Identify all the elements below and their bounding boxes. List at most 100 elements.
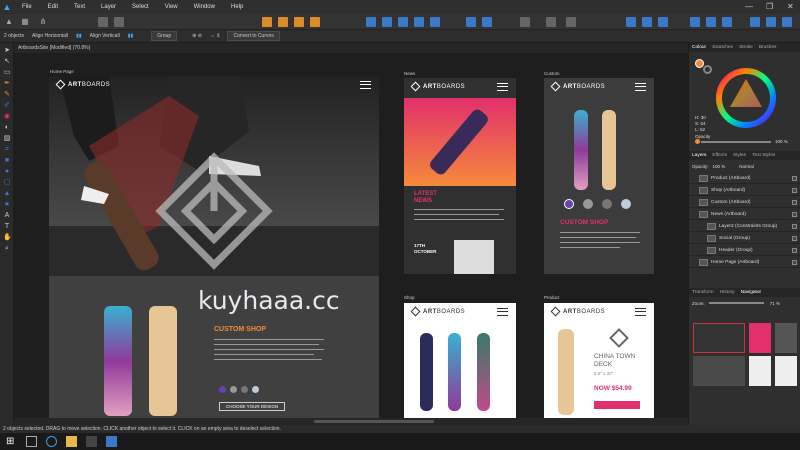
menu-help[interactable]: Help [223, 4, 251, 10]
snap-icon[interactable] [262, 17, 272, 27]
zoom-slider[interactable] [708, 302, 764, 304]
add-to-cart-button[interactable] [594, 401, 640, 409]
align-horizontal-dropdown[interactable]: Align Horizontall [28, 33, 72, 39]
pixel-persona-icon[interactable]: ▦ [20, 17, 30, 27]
zoom-value[interactable]: 71 % [764, 301, 780, 306]
minimize-icon[interactable]: — [745, 2, 753, 11]
node-tool-icon[interactable]: ↖ [3, 58, 11, 66]
swatch-dark[interactable] [241, 386, 248, 393]
opacity-value[interactable]: 100 % [775, 139, 788, 144]
snapping-icon[interactable] [690, 17, 700, 27]
product-logo[interactable]: ARTBOARDS [550, 307, 605, 317]
custom-swatch-light[interactable] [621, 199, 631, 209]
tab-stroke[interactable]: Stroke [736, 45, 756, 50]
artboard-news[interactable]: ARTBOARDS LATEST NEWS 17TH OCTOBER [404, 78, 516, 274]
tab-transform[interactable]: Transform [689, 290, 717, 295]
align-right-icon[interactable] [398, 17, 408, 27]
move-tool-icon[interactable]: ➤ [3, 47, 11, 55]
arrange-icon[interactable] [278, 17, 288, 27]
blend-mode-dropdown[interactable]: Normal [725, 164, 754, 169]
navigator-preview-home[interactable] [693, 323, 745, 353]
tab-layers[interactable]: Layers [689, 153, 709, 158]
visibility-checkbox[interactable] [792, 259, 797, 265]
swatch-gray[interactable] [230, 386, 237, 393]
tab-history[interactable]: History [717, 290, 738, 295]
swatch-purple[interactable] [219, 386, 226, 393]
visibility-checkbox[interactable] [792, 175, 797, 181]
rotate-icon[interactable] [482, 17, 492, 27]
artboard-label-product[interactable]: Product [544, 295, 560, 300]
edge-browser-icon[interactable] [46, 436, 57, 447]
visibility-checkbox[interactable] [792, 187, 797, 193]
tab-colour[interactable]: Colour [689, 45, 709, 50]
layer-row[interactable]: Home Page (Artboard) [689, 257, 800, 268]
settings-icon[interactable] [114, 17, 124, 27]
rectangle-tool-icon[interactable]: ■ [3, 157, 11, 165]
artboard-custom[interactable]: ARTBOARDS CUSTOM SHOP [544, 78, 654, 274]
triangle-tool-icon[interactable]: ▲ [3, 190, 11, 198]
snap-options-icon[interactable] [722, 17, 732, 27]
tab-swatches[interactable]: Swatches [709, 45, 736, 50]
boolean-subtract-icon[interactable] [546, 17, 556, 27]
insert-inside-icon[interactable] [626, 17, 636, 27]
stroke-swatch[interactable] [703, 65, 712, 74]
ellipse-tool-icon[interactable]: ● [3, 168, 11, 176]
product-menu-icon[interactable] [635, 308, 646, 316]
insert-behind-icon[interactable] [642, 17, 652, 27]
visibility-checkbox[interactable] [792, 223, 797, 229]
visibility-checkbox[interactable] [792, 211, 797, 217]
group-button[interactable]: Group [151, 31, 178, 41]
transparency-tool-icon[interactable]: ◐ [3, 124, 11, 132]
layer-row[interactable]: Custom (Artboard) [689, 197, 800, 208]
shop-menu-icon[interactable] [497, 308, 508, 316]
file-explorer-icon[interactable] [66, 436, 77, 447]
arrange-front-icon[interactable] [310, 17, 320, 27]
store-icon[interactable] [86, 436, 97, 447]
layer-row[interactable]: Product (Artboard) [689, 173, 800, 184]
custom-swatch-gray[interactable] [583, 199, 593, 209]
fill-tool-icon[interactable]: ◉ [3, 113, 11, 121]
menu-view[interactable]: View [157, 4, 186, 10]
align-left-icon[interactable] [366, 17, 376, 27]
home-logo[interactable]: ARTBOARDS [55, 80, 110, 90]
view-mode-icon[interactable] [782, 17, 792, 27]
affinity-logo-icon[interactable]: ▲ [0, 0, 14, 14]
pencil-tool-icon[interactable]: ✎ [3, 91, 11, 99]
pen-tool-icon[interactable]: ✒ [3, 80, 11, 88]
custom-menu-icon[interactable] [635, 83, 646, 91]
export-persona-icon[interactable]: ⋔ [38, 17, 48, 27]
horizontal-scrollbar[interactable] [14, 418, 688, 425]
align-h-icon[interactable]: ▮▮ [72, 33, 86, 39]
artboard-shop[interactable]: ARTBOARDS [404, 303, 516, 418]
layer-row[interactable]: Header (Group) [689, 245, 800, 256]
hand-tool-icon[interactable]: ✋ [3, 234, 12, 242]
align-center-icon[interactable] [382, 17, 392, 27]
layer-row[interactable]: Shop (Artboard) [689, 185, 800, 196]
menu-file[interactable]: File [14, 4, 40, 10]
boolean-add-icon[interactable] [520, 17, 530, 27]
crop-tool-icon[interactable]: ⌗ [3, 146, 11, 154]
shape-tool-icon[interactable]: ★ [3, 201, 11, 209]
align-v-icon[interactable]: ▮▮ [124, 33, 138, 39]
align-vertical-dropdown[interactable]: Align Verticall [86, 33, 124, 39]
arrange-back-icon[interactable] [294, 17, 304, 27]
choose-design-button[interactable]: CHOOSE YOUR DESIGN [219, 402, 286, 411]
designer-persona-icon[interactable]: ▲ [4, 17, 14, 27]
align-middle-icon[interactable] [430, 17, 440, 27]
home-menu-icon[interactable] [360, 81, 371, 89]
artboard-home[interactable]: ARTBOARDS CUSTOM SHOP CHOOSE YOUR DESIGN [49, 76, 379, 418]
custom-swatch-dark[interactable] [602, 199, 612, 209]
tab-effects[interactable]: Effects [709, 153, 730, 158]
custom-logo[interactable]: ARTBOARDS [550, 82, 605, 92]
opacity-slider[interactable] [701, 141, 771, 143]
zoom-tool-icon[interactable]: ⌕ [3, 245, 11, 253]
canvas[interactable]: Home Page News Custom Shop Product ARTBO… [14, 53, 688, 418]
insert-front-icon[interactable] [658, 17, 668, 27]
artboard-label-home[interactable]: Home Page [50, 69, 74, 74]
text-tool-icon[interactable]: A [3, 212, 11, 220]
flip-horizontal-icon[interactable]: ⇔ ⇕ [206, 33, 225, 39]
custom-swatch-purple[interactable] [564, 199, 574, 209]
visibility-checkbox[interactable] [792, 235, 797, 241]
shop-logo[interactable]: ARTBOARDS [410, 307, 465, 317]
menu-window[interactable]: Window [186, 4, 223, 10]
